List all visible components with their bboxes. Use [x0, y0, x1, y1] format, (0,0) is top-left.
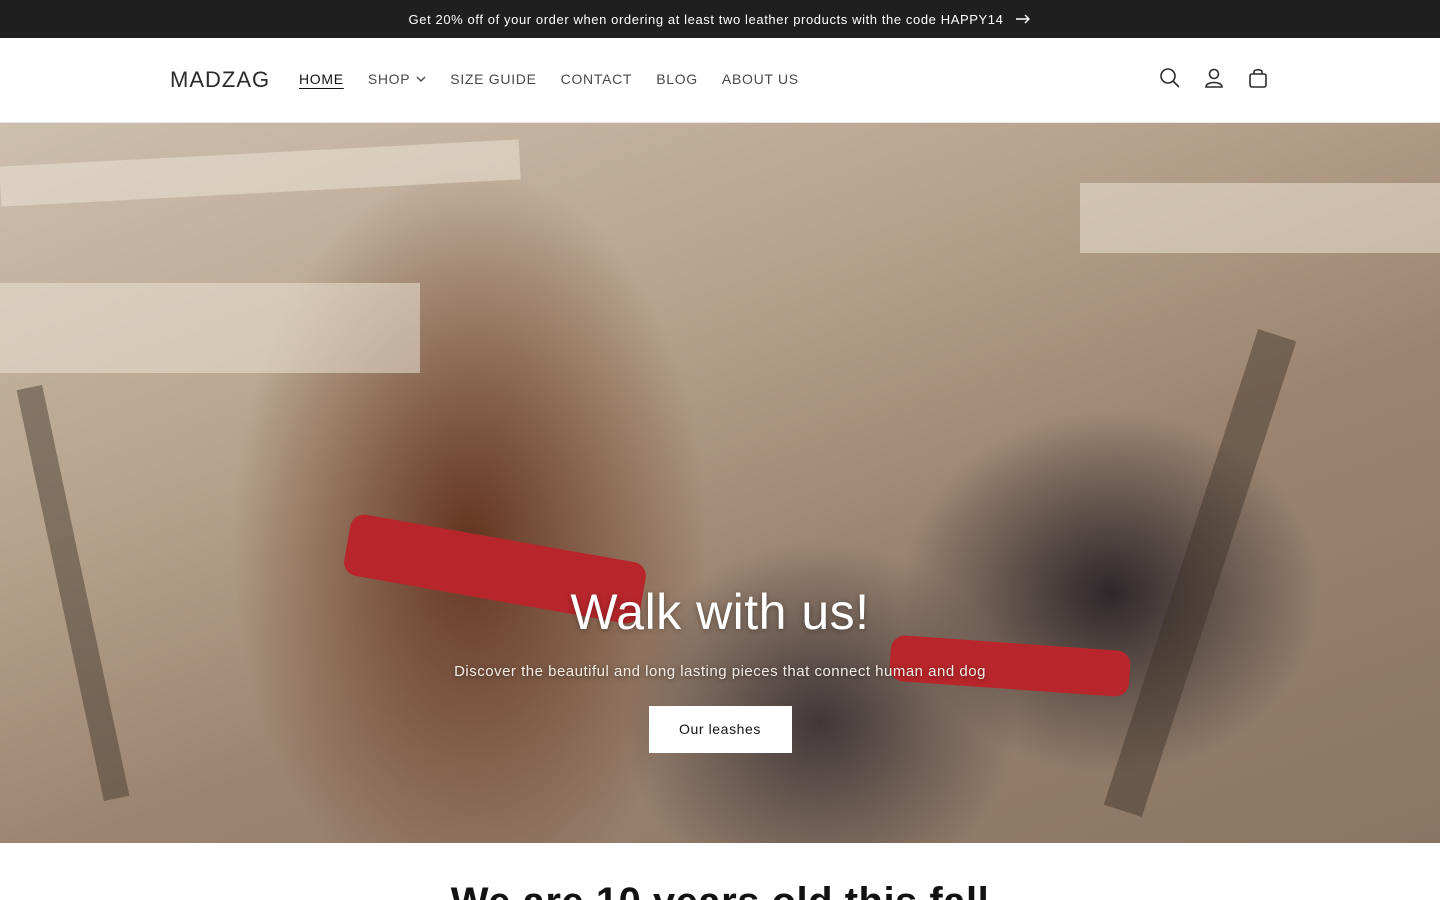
main-nav: HOME SHOP SIZE GUIDE CONTACT BLOG ABOUT … [299, 71, 823, 87]
account-icon[interactable] [1202, 66, 1226, 90]
nav-item-blog[interactable]: BLOG [656, 71, 698, 87]
cart-icon[interactable] [1246, 66, 1270, 90]
site-header: MADZAG HOME SHOP SIZE GUIDE CONTACT BLOG… [0, 38, 1440, 123]
our-leashes-button[interactable]: Our leashes [648, 706, 792, 753]
hero-subtitle: Discover the beautiful and long lasting … [454, 663, 986, 680]
hero-banner: Walk with us! Discover the beautiful and… [0, 123, 1440, 843]
hero-content: Walk with us! Discover the beautiful and… [0, 583, 1440, 753]
search-icon[interactable] [1158, 66, 1182, 90]
nav-item-about-us[interactable]: ABOUT US [722, 71, 799, 87]
hero-title: Walk with us! [570, 584, 870, 640]
chevron-down-icon [416, 76, 426, 82]
nav-item-shop[interactable]: SHOP [368, 71, 426, 87]
nav-item-home[interactable]: HOME [299, 71, 344, 87]
nav-item-shop-label: SHOP [367, 71, 411, 87]
announcement-bar[interactable]: Get 20% off of your order when ordering … [0, 0, 1440, 38]
header-icons [1138, 66, 1270, 90]
site-logo[interactable]: MADZAG [170, 67, 270, 93]
section-heading: We are 10 years old this fall [0, 880, 1440, 900]
announcement-text: Get 20% off of your order when ordering … [408, 11, 1004, 27]
arrow-right-icon [1015, 14, 1031, 24]
nav-item-size-guide[interactable]: SIZE GUIDE [450, 71, 536, 87]
nav-item-contact[interactable]: CONTACT [561, 71, 633, 87]
